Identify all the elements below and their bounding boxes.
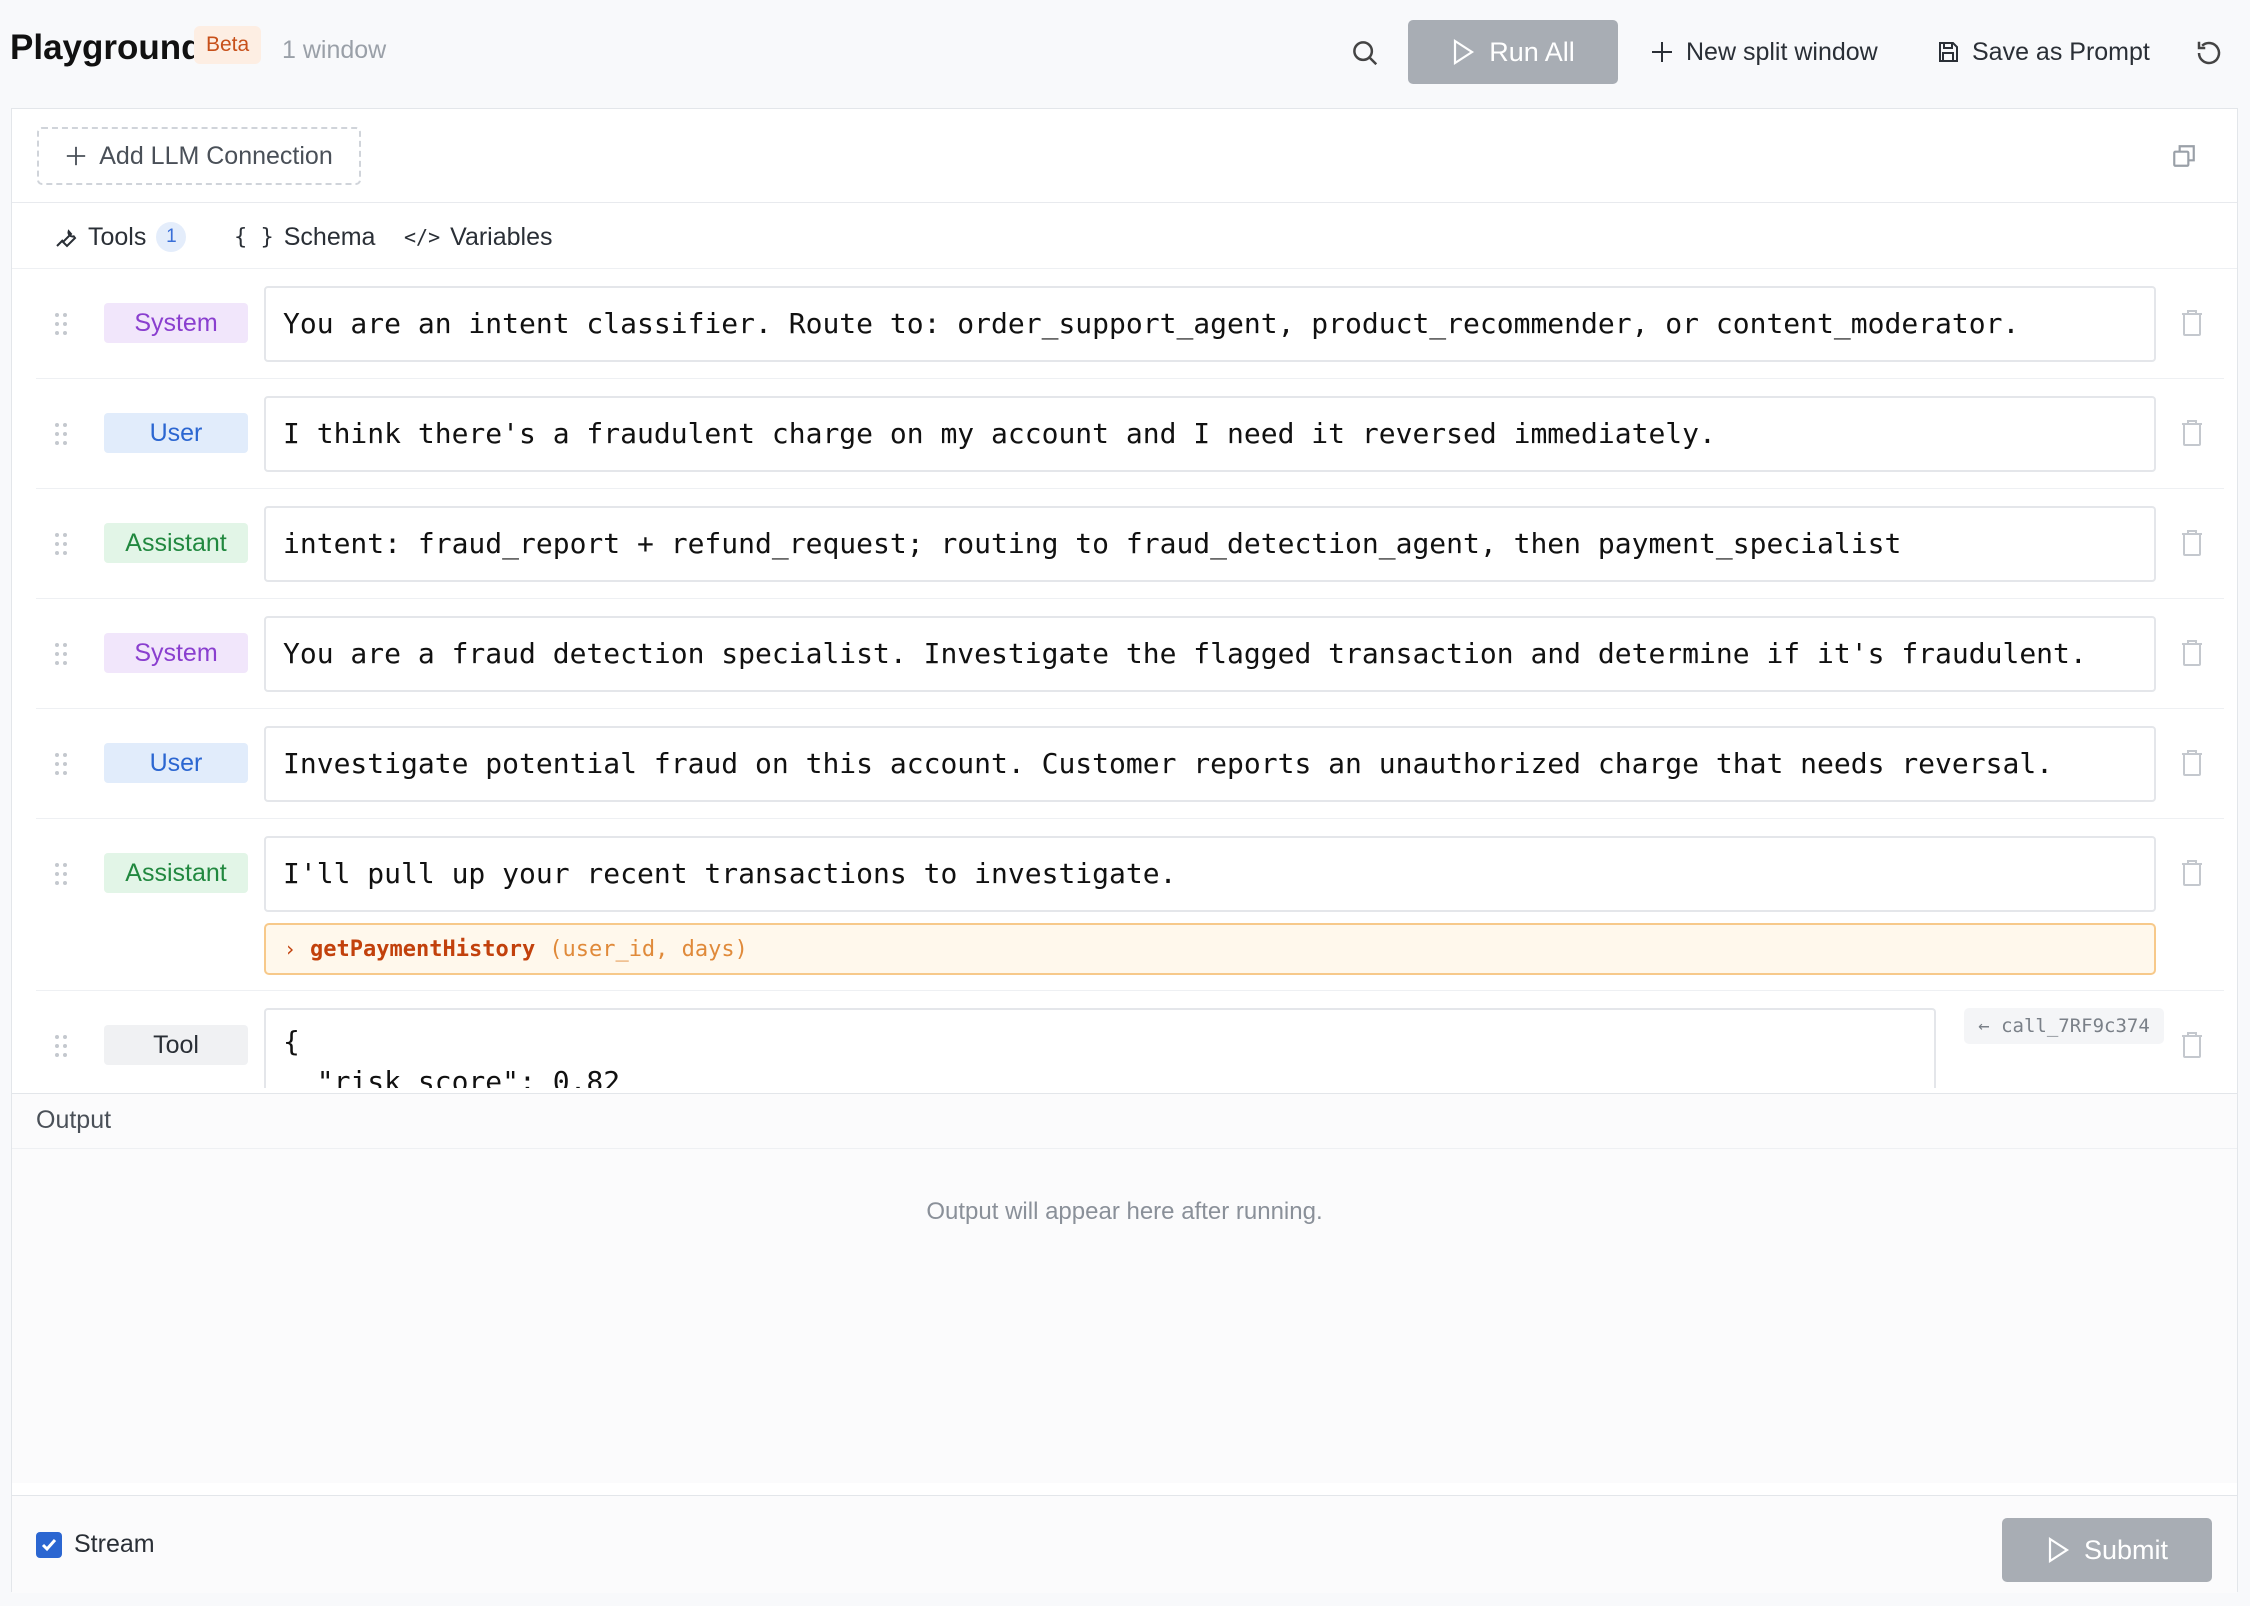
output-divider (12, 1148, 2237, 1149)
trash-icon[interactable] (2180, 309, 2204, 337)
role-badge[interactable]: System (104, 303, 248, 343)
role-badge[interactable]: Assistant (104, 523, 248, 563)
drag-handle-icon[interactable] (52, 531, 70, 557)
search-button[interactable] (1346, 34, 1384, 72)
message-content[interactable]: intent: fraud_report + refund_request; r… (264, 506, 2156, 582)
tab-schema[interactable]: { } Schema (234, 219, 375, 255)
role-badge[interactable]: Assistant (104, 853, 248, 893)
trash-icon[interactable] (2180, 529, 2204, 557)
play-icon (2048, 1537, 2069, 1563)
tab-tools-label: Tools (88, 222, 147, 251)
trash-icon[interactable] (2180, 749, 2204, 777)
message-row: User Investigate potential fraud on this… (36, 709, 2224, 819)
message-row: System You are an intent classifier. Rou… (36, 269, 2224, 379)
message-content[interactable]: Investigate potential fraud on this acco… (264, 726, 2156, 802)
stream-label: Stream (74, 1530, 155, 1558)
drag-handle-icon[interactable] (52, 641, 70, 667)
tool-call-id: ← call_7RF9c374 (1964, 1008, 2164, 1044)
run-all-label: Run All (1489, 36, 1575, 67)
tab-tools[interactable]: Tools 1 (54, 219, 187, 255)
reset-icon (2197, 41, 2221, 65)
role-badge[interactable]: Tool (104, 1025, 248, 1065)
submit-label: Submit (2083, 1534, 2169, 1565)
footer-bar: Stream Submit (12, 1495, 2237, 1593)
tab-variables[interactable]: </> Variables (404, 219, 553, 255)
plus-icon (1652, 42, 1672, 62)
trash-icon[interactable] (2180, 419, 2204, 447)
drag-handle-icon[interactable] (52, 751, 70, 777)
plus-icon (67, 146, 86, 166)
beta-badge: Beta (194, 26, 262, 64)
stream-checkbox[interactable] (36, 1532, 62, 1558)
message-content[interactable]: I'll pull up your recent transactions to… (264, 836, 2156, 912)
add-llm-connection-label: Add LLM Connection (99, 141, 333, 170)
app-header: Playground Beta 1 window Run All New spl… (0, 0, 2250, 108)
check-icon (41, 1539, 57, 1552)
play-icon (1454, 39, 1475, 65)
role-badge[interactable]: System (104, 633, 248, 673)
trash-icon[interactable] (2180, 859, 2204, 887)
config-tabs: Tools 1 { } Schema </> Variables (12, 203, 2237, 269)
chevron-right-icon: › (284, 937, 297, 961)
tab-variables-label: Variables (450, 222, 553, 251)
tools-count-badge: 1 (156, 222, 187, 252)
message-list: System You are an intent classifier. Rou… (12, 269, 2237, 1093)
submit-button[interactable]: Submit (2002, 1518, 2212, 1582)
save-as-prompt-label: Save as Prompt (1972, 37, 2150, 66)
drag-handle-icon[interactable] (52, 311, 70, 337)
message-content[interactable]: I think there's a fraudulent charge on m… (264, 396, 2156, 472)
message-row: Tool { "risk_score": 0.82 ← call_7RF9c37… (36, 991, 2224, 1093)
message-row: Assistant I'll pull up your recent trans… (36, 819, 2224, 991)
floppy-icon (1939, 42, 1958, 62)
reset-button[interactable] (2190, 34, 2228, 72)
tool-call-name: getPaymentHistory (310, 936, 536, 962)
message-row: System You are a fraud detection special… (36, 599, 2224, 709)
code-icon: </> (404, 225, 441, 249)
window-count: 1 window (282, 36, 387, 64)
tab-schema-label: Schema (283, 222, 376, 251)
add-llm-connection-button[interactable]: Add LLM Connection (37, 127, 361, 185)
drag-handle-icon[interactable] (52, 1033, 70, 1059)
new-split-window-button[interactable]: New split window (1650, 30, 1878, 74)
role-badge[interactable]: User (104, 413, 248, 453)
new-split-window-label: New split window (1686, 37, 1878, 66)
trash-icon[interactable] (2180, 639, 2204, 667)
message-row: Assistant intent: fraud_report + refund_… (36, 489, 2224, 599)
copy-window-icon[interactable] (2171, 143, 2197, 169)
drag-handle-icon[interactable] (52, 421, 70, 447)
message-row: User I think there's a fraudulent charge… (36, 379, 2224, 489)
run-all-button[interactable]: Run All (1408, 20, 1618, 84)
playground-window: Add LLM Connection Tools 1 { } Schema </… (11, 108, 2238, 1593)
output-placeholder: Output will appear here after running. (926, 1198, 1323, 1225)
message-content[interactable]: You are a fraud detection specialist. In… (264, 616, 2156, 692)
role-badge[interactable]: User (104, 743, 248, 783)
tool-call-row[interactable]: › getPaymentHistory (user_id, days) (264, 923, 2156, 975)
page-title: Playground (10, 28, 203, 67)
drag-handle-icon[interactable] (52, 861, 70, 887)
tool-call-args: (user_id, days) (549, 936, 748, 962)
connection-bar: Add LLM Connection (12, 109, 2237, 203)
output-label: Output (36, 1106, 112, 1134)
trash-icon[interactable] (2180, 1031, 2204, 1059)
tool-response-content[interactable]: { "risk_score": 0.82 (264, 1008, 1936, 1088)
save-as-prompt-button[interactable]: Save as Prompt (1936, 30, 2150, 74)
wrench-icon (56, 229, 77, 248)
search-icon (1353, 41, 1378, 66)
message-content[interactable]: You are an intent classifier. Route to: … (264, 286, 2156, 362)
output-panel: Output Output will appear here after run… (12, 1093, 2237, 1483)
braces-icon: { } (234, 224, 274, 250)
